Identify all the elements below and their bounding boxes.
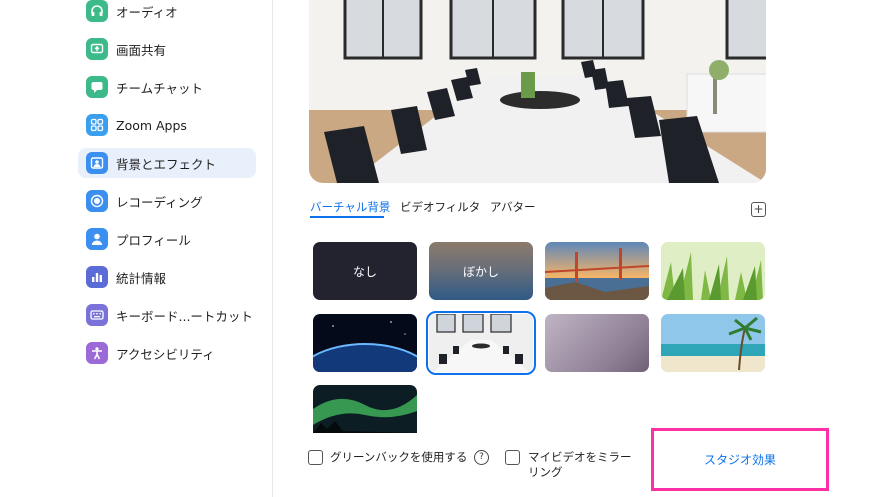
tab-video-filter[interactable]: ビデオフィルタ (400, 199, 480, 215)
background-icon (86, 152, 108, 174)
keyboard-icon (86, 304, 108, 326)
background-blur[interactable]: ぼかし (429, 242, 533, 300)
mirror-video-checkbox[interactable] (505, 450, 520, 465)
thumb-label (545, 314, 649, 372)
background-preview (309, 0, 766, 183)
annotation-highlight-box (651, 428, 829, 491)
earth-space-image (313, 314, 417, 372)
sidebar-item-label: Zoom Apps (116, 117, 187, 133)
settings-sidebar: オーディオ 画面共有 チームチャット Zoom Apps 背景とエフェクト レコ… (0, 0, 273, 497)
sidebar-item-label: キーボード...ートカット (116, 308, 253, 324)
background-purple-gradient[interactable] (545, 314, 649, 372)
accessibility-icon (86, 342, 108, 364)
thumb-label: ぼかし (462, 264, 499, 279)
sidebar-item-zoom-apps[interactable]: Zoom Apps (78, 110, 256, 140)
background-aurora[interactable] (313, 385, 417, 433)
thumb-label: なし (352, 264, 377, 279)
sidebar-item-audio[interactable]: オーディオ (78, 0, 256, 26)
sidebar-item-background-effects[interactable]: 背景とエフェクト (78, 148, 256, 178)
golden-gate-image (545, 242, 649, 300)
background-golden-gate[interactable] (545, 242, 649, 300)
conference-room-image (309, 0, 766, 183)
background-beach[interactable] (661, 314, 765, 372)
headphones-icon (86, 0, 108, 22)
zoom-apps-icon (86, 114, 108, 136)
aurora-image (313, 385, 417, 433)
beach-image (661, 314, 765, 372)
help-icon[interactable]: ? (474, 450, 489, 465)
sidebar-item-label: オーディオ (116, 4, 178, 20)
share-screen-icon (86, 38, 108, 60)
statistics-icon (86, 266, 108, 288)
sidebar-item-label: 背景とエフェクト (116, 156, 217, 172)
grass-image (661, 242, 765, 300)
sidebar-item-statistics[interactable]: 統計情報 (78, 262, 256, 292)
sidebar-item-accessibility[interactable]: アクセシビリティ (78, 338, 256, 368)
background-conference-room[interactable] (426, 311, 536, 375)
background-grass[interactable] (661, 242, 765, 300)
tab-virtual-background[interactable]: バーチャル背景 (310, 199, 390, 215)
tab-avatar[interactable]: アバター (490, 199, 536, 215)
sidebar-item-share-screen[interactable]: 画面共有 (78, 34, 256, 64)
active-tab-indicator (310, 216, 384, 218)
thumb-label (429, 314, 533, 372)
sidebar-item-recording[interactable]: レコーディング (78, 186, 256, 216)
sidebar-item-label: 画面共有 (116, 42, 167, 58)
green-screen-label: グリーンバックを使用する (330, 450, 468, 464)
mirror-video-label-line1: マイビデオをミラー (528, 450, 632, 464)
sidebar-item-label: 統計情報 (116, 270, 167, 286)
sidebar-item-label: アクセシビリティ (116, 346, 215, 362)
record-icon (86, 190, 108, 212)
mirror-video-label-line2: リング (528, 465, 563, 479)
sidebar-item-label: レコーディング (116, 194, 203, 210)
green-screen-checkbox[interactable] (308, 450, 323, 465)
sidebar-item-keyboard-shortcuts[interactable]: キーボード...ートカット (78, 300, 256, 330)
sidebar-item-team-chat[interactable]: チームチャット (78, 72, 256, 102)
profile-icon (86, 228, 108, 250)
background-none[interactable]: なし (313, 242, 417, 300)
background-earth-space[interactable] (313, 314, 417, 372)
chat-icon (86, 76, 108, 98)
sidebar-item-profile[interactable]: プロフィール (78, 224, 256, 254)
sidebar-item-label: プロフィール (116, 232, 191, 248)
sidebar-item-label: チームチャット (116, 80, 204, 96)
add-background-button[interactable]: + (751, 202, 766, 217)
